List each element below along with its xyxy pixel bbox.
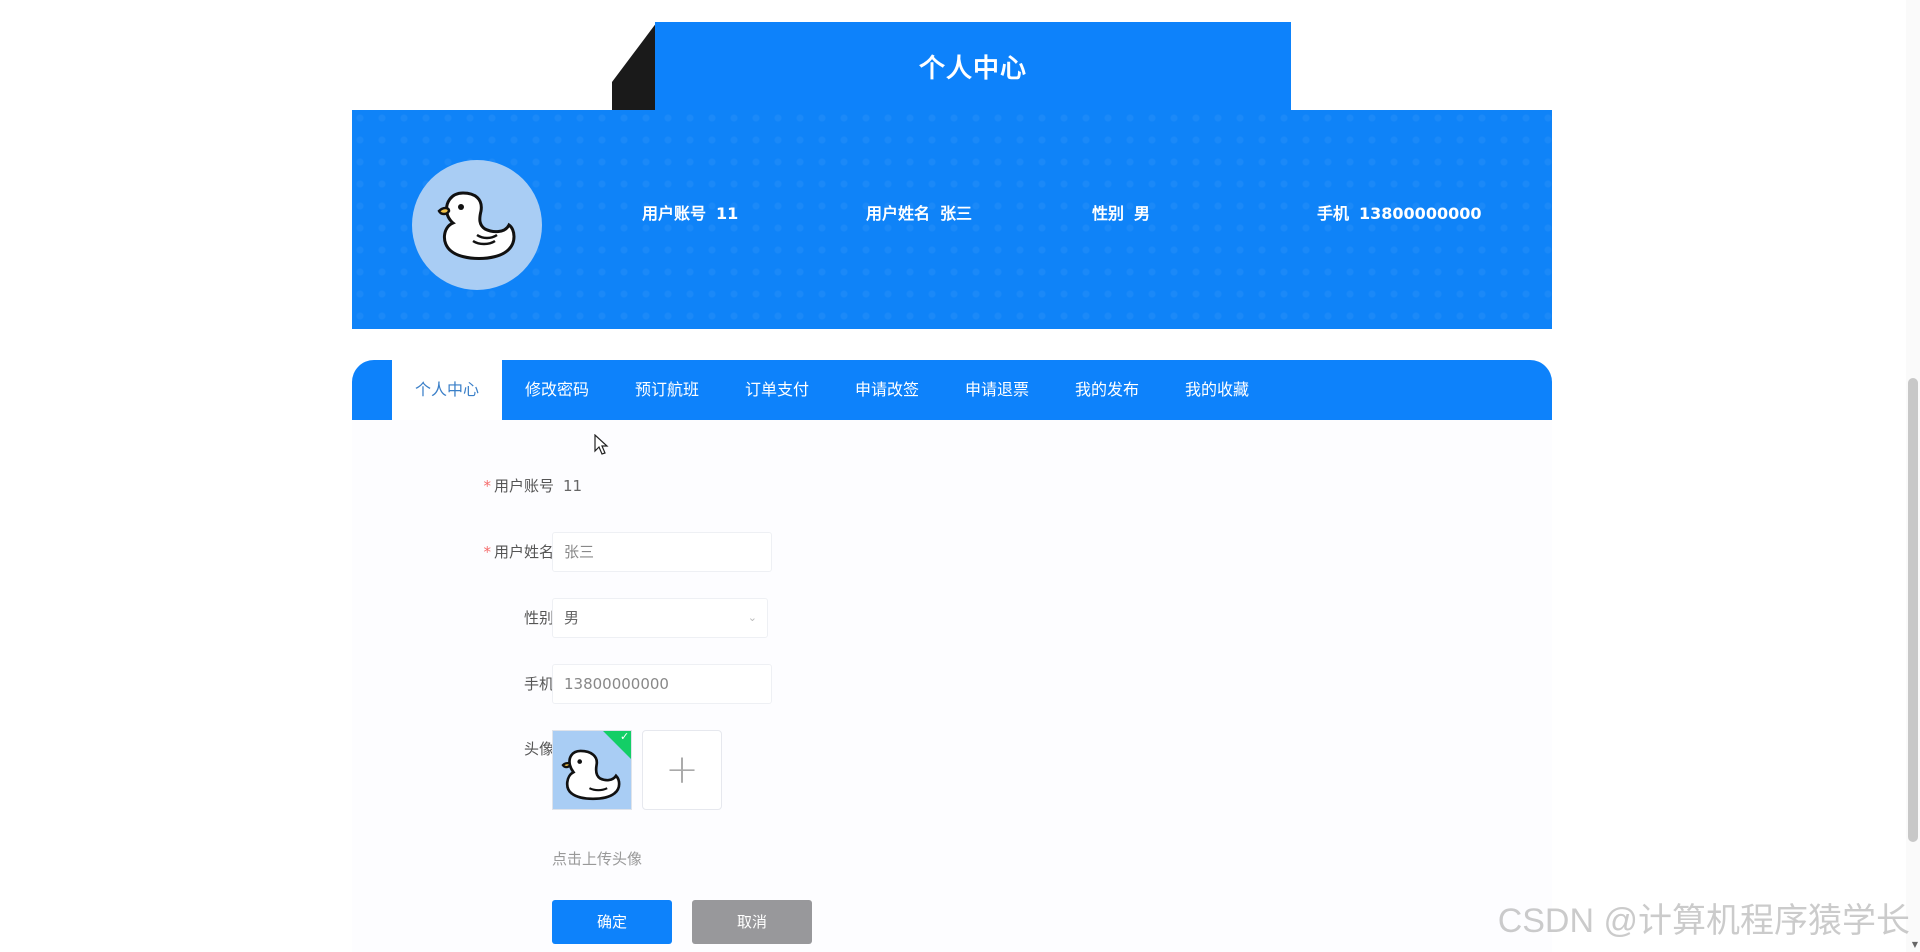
form-row-gender: 性别 男 ⌄ bbox=[352, 598, 1252, 638]
plus-icon: + bbox=[665, 747, 699, 793]
tab-personal-center[interactable]: 个人中心 bbox=[392, 360, 502, 420]
phone-input[interactable]: 13800000000 bbox=[552, 664, 772, 704]
form-row-account: * 用户账号 11 bbox=[352, 466, 1252, 506]
tab-apply-refund[interactable]: 申请退票 bbox=[942, 360, 1052, 420]
upload-tip: 点击上传头像 bbox=[552, 850, 643, 868]
phone-label: 手机 bbox=[523, 675, 554, 693]
check-icon: ✓ bbox=[620, 730, 630, 743]
info-account: 用户账号 11 bbox=[642, 204, 739, 223]
scroll-down-arrow-icon[interactable]: ▼ bbox=[1912, 940, 1918, 949]
page-scrollbar[interactable]: ▼ bbox=[1906, 0, 1920, 952]
gender-label: 性别 bbox=[523, 609, 554, 627]
tab-change-password[interactable]: 修改密码 bbox=[502, 360, 612, 420]
name-input[interactable]: 张三 bbox=[552, 532, 772, 572]
uploaded-avatar-thumb[interactable]: ✓ bbox=[552, 730, 632, 810]
upload-add-button[interactable]: + bbox=[642, 730, 722, 810]
avatar-label: 头像 bbox=[523, 740, 554, 758]
watermark: CSDN @计算机程序猿学长 bbox=[1497, 902, 1910, 940]
duck-avatar-icon bbox=[437, 191, 516, 260]
nav-tabs: 个人中心 修改密码 预订航班 订单支付 申请改签 申请退票 我的发布 我的收藏 bbox=[352, 360, 1552, 420]
tab-my-favorites[interactable]: 我的收藏 bbox=[1162, 360, 1272, 420]
tab-order-payment[interactable]: 订单支付 bbox=[722, 360, 832, 420]
profile-avatar bbox=[412, 160, 542, 290]
chevron-down-icon: ⌄ bbox=[747, 611, 757, 624]
confirm-button[interactable]: 确定 bbox=[552, 900, 672, 944]
profile-form: * 用户账号 11 * 用户姓名 张三 性别 男 ⌄ 手机 13800000000 … bbox=[352, 420, 1552, 952]
page-title: 个人中心 bbox=[655, 22, 1291, 110]
mouse-cursor-icon bbox=[594, 434, 609, 455]
form-row-name: * 用户姓名 张三 bbox=[352, 532, 1252, 572]
cancel-button[interactable]: 取消 bbox=[692, 900, 812, 944]
info-phone: 手机 13800000000 bbox=[1317, 204, 1482, 223]
scrollbar-thumb[interactable] bbox=[1908, 378, 1918, 842]
tab-my-posts[interactable]: 我的发布 bbox=[1052, 360, 1162, 420]
account-label: * 用户账号 bbox=[483, 477, 554, 495]
form-row-avatar: 头像 ✓ + bbox=[352, 730, 1252, 810]
tab-book-flight[interactable]: 预订航班 bbox=[612, 360, 722, 420]
gender-select[interactable]: 男 ⌄ bbox=[552, 598, 768, 638]
tab-apply-change[interactable]: 申请改签 bbox=[832, 360, 942, 420]
info-name: 用户姓名 张三 bbox=[866, 204, 973, 223]
profile-banner: 用户账号 11 用户姓名 张三 性别男 手机 13800000000 bbox=[352, 110, 1552, 329]
info-gender: 性别男 bbox=[1092, 204, 1151, 223]
account-value: 11 bbox=[563, 477, 583, 495]
name-label: * 用户姓名 bbox=[483, 543, 554, 561]
form-row-phone: 手机 13800000000 bbox=[352, 664, 1252, 704]
